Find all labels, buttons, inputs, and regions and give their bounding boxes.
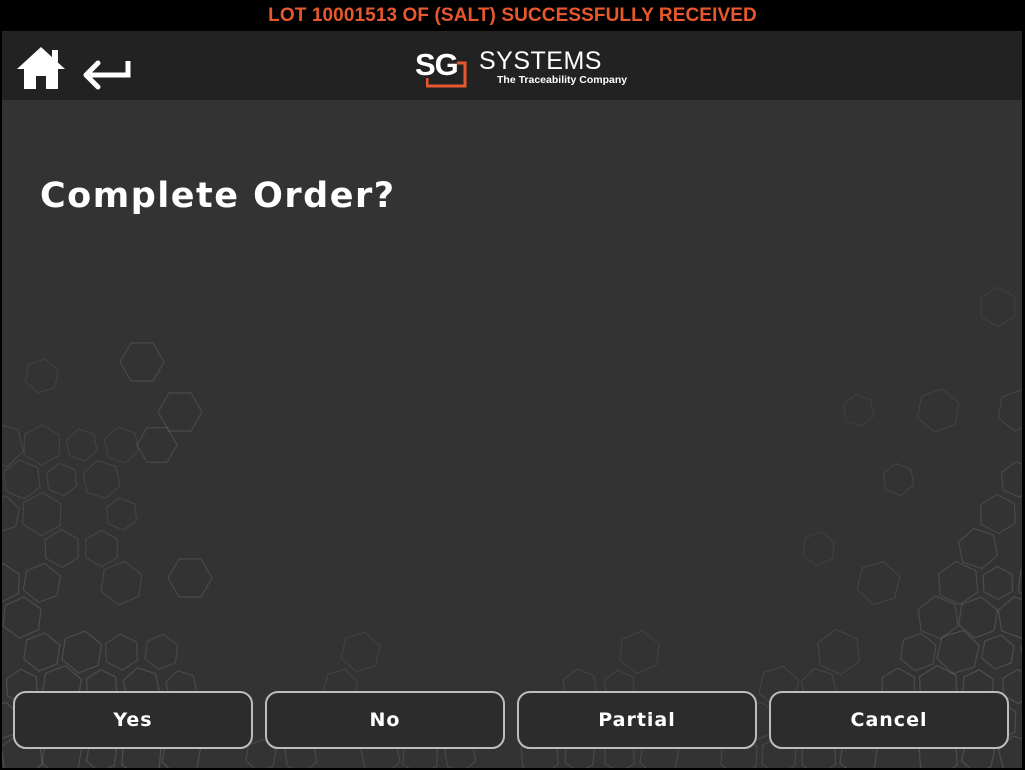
logo-mark: SG — [415, 47, 459, 82]
logo-name: SYSTEMS — [479, 47, 602, 75]
partial-button[interactable]: Partial — [517, 691, 757, 749]
yes-button[interactable]: Yes — [13, 691, 253, 749]
sg-systems-logo: SG SYSTEMS The Traceability Company — [415, 45, 628, 93]
main-panel: Complete Order? Yes No Partial Cancel — [2, 100, 1022, 768]
back-arrow-icon — [83, 60, 131, 90]
dialog-title: Complete Order? — [40, 176, 396, 216]
cancel-button[interactable]: Cancel — [769, 691, 1009, 749]
home-icon — [17, 47, 65, 89]
no-button[interactable]: No — [265, 691, 505, 749]
logo-tagline: The Traceability Company — [497, 74, 628, 86]
status-message: LOT 10001513 OF (SALT) SUCCESSFULLY RECE… — [0, 0, 1025, 31]
back-button[interactable] — [80, 53, 134, 91]
header-bar: SG SYSTEMS The Traceability Company — [2, 31, 1022, 100]
home-button[interactable] — [14, 44, 68, 92]
